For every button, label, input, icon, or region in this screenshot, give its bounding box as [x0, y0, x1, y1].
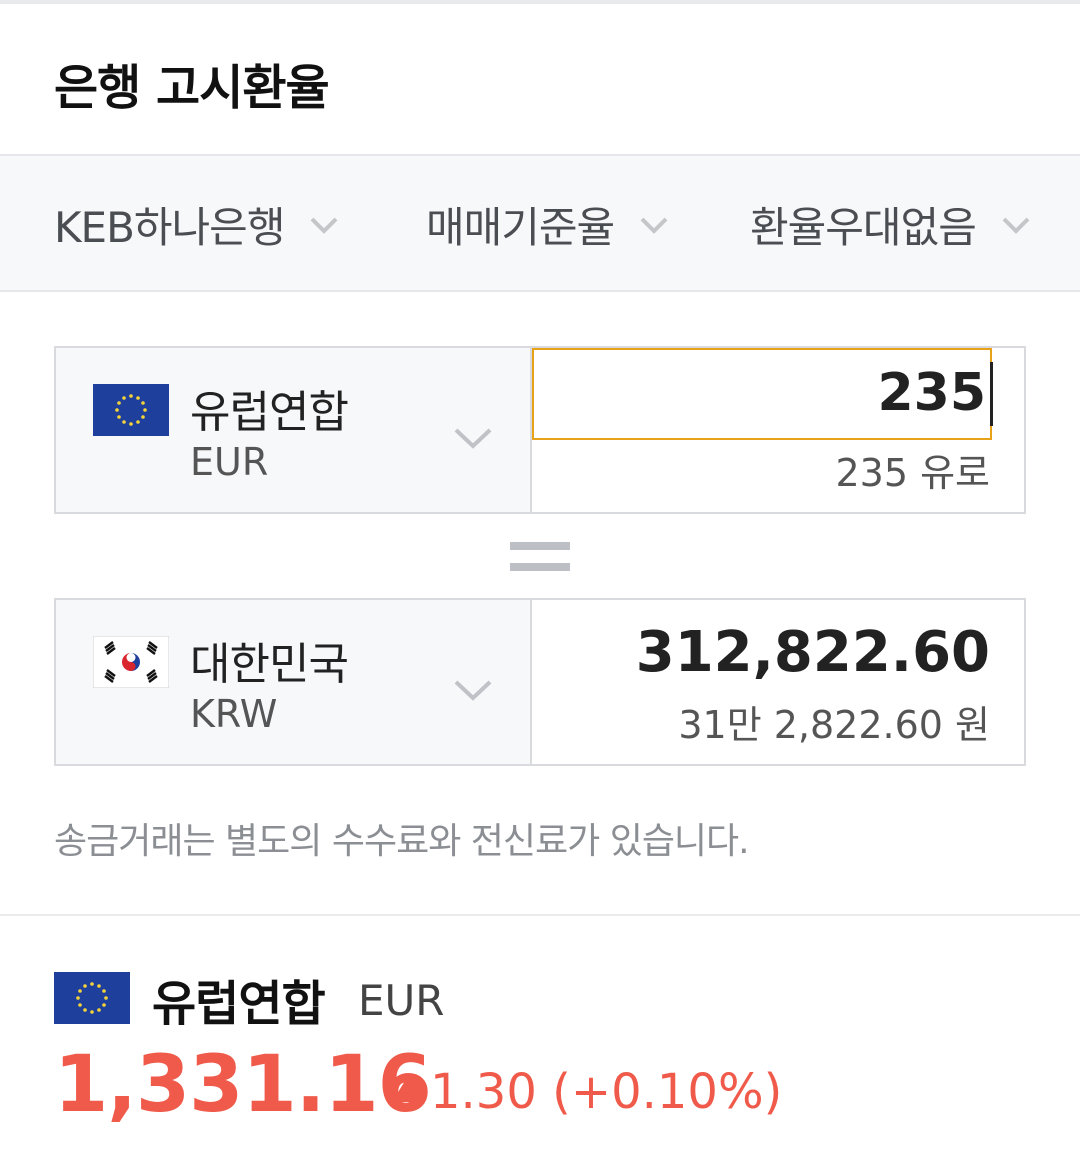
eu-flag-icon: [54, 972, 130, 1024]
to-amount-panel: 312,822.60 31만 2,822.60 원: [532, 600, 1024, 764]
exchange-rate-value: 1,331.16: [54, 1040, 432, 1130]
preferential-rate-label: 환율우대없음: [750, 203, 977, 252]
rate-type-select[interactable]: 매매기준율: [426, 194, 672, 255]
converted-amount-text: 31만 2,822.60 원: [678, 703, 990, 747]
page-title: 은행 고시환율: [54, 60, 330, 116]
from-currency-select[interactable]: 유럽연합 EUR: [56, 348, 532, 512]
bank-select-label: KEB하나은행: [54, 203, 285, 252]
section-divider: [0, 914, 1080, 916]
to-currency-row: 대한민국 KRW 312,822.60 31만 2,822.60 원: [54, 598, 1026, 766]
amount-input[interactable]: 235: [532, 348, 992, 440]
bank-select[interactable]: KEB하나은행: [54, 194, 342, 255]
chevron-down-icon: [454, 428, 492, 449]
from-currency-code: EUR: [190, 440, 269, 484]
from-currency-row: 유럽연합 EUR 235 235 유로: [54, 346, 1026, 514]
chevron-down-icon: [454, 680, 492, 701]
chevron-down-icon: [640, 217, 668, 234]
from-amount-panel: 235 235 유로: [532, 348, 1024, 512]
from-country-name: 유럽연합: [190, 387, 349, 438]
korea-flag-icon: [93, 636, 169, 688]
rate-change-text: 1.30 (+0.10%): [430, 1064, 783, 1120]
from-amount-text: 235 유로: [835, 451, 990, 495]
chevron-down-icon: [1002, 217, 1030, 234]
fee-notice: 송금거래는 별도의 수수료와 전신료가 있습니다.: [54, 821, 750, 862]
to-country-name: 대한민국: [190, 639, 349, 690]
eu-flag-icon: [93, 384, 169, 436]
to-currency-select[interactable]: 대한민국 KRW: [56, 600, 532, 764]
converted-amount: 312,822.60: [635, 620, 990, 685]
rate-type-label: 매매기준율: [426, 203, 615, 252]
page-header: 은행 고시환율: [0, 4, 1080, 154]
equals-icon: [510, 542, 570, 572]
to-currency-code: KRW: [190, 692, 278, 736]
up-triangle-icon: [392, 1076, 424, 1102]
preferential-rate-select[interactable]: 환율우대없음: [750, 194, 1034, 255]
rate-change: 1.30 (+0.10%): [392, 1064, 782, 1120]
rate-country-name: 유럽연합: [152, 976, 326, 1032]
text-caret: [990, 362, 993, 426]
filter-bar: KEB하나은행 매매기준율 환율우대없음: [0, 154, 1080, 292]
rate-currency-code: EUR: [358, 976, 445, 1025]
chevron-down-icon: [311, 217, 338, 234]
